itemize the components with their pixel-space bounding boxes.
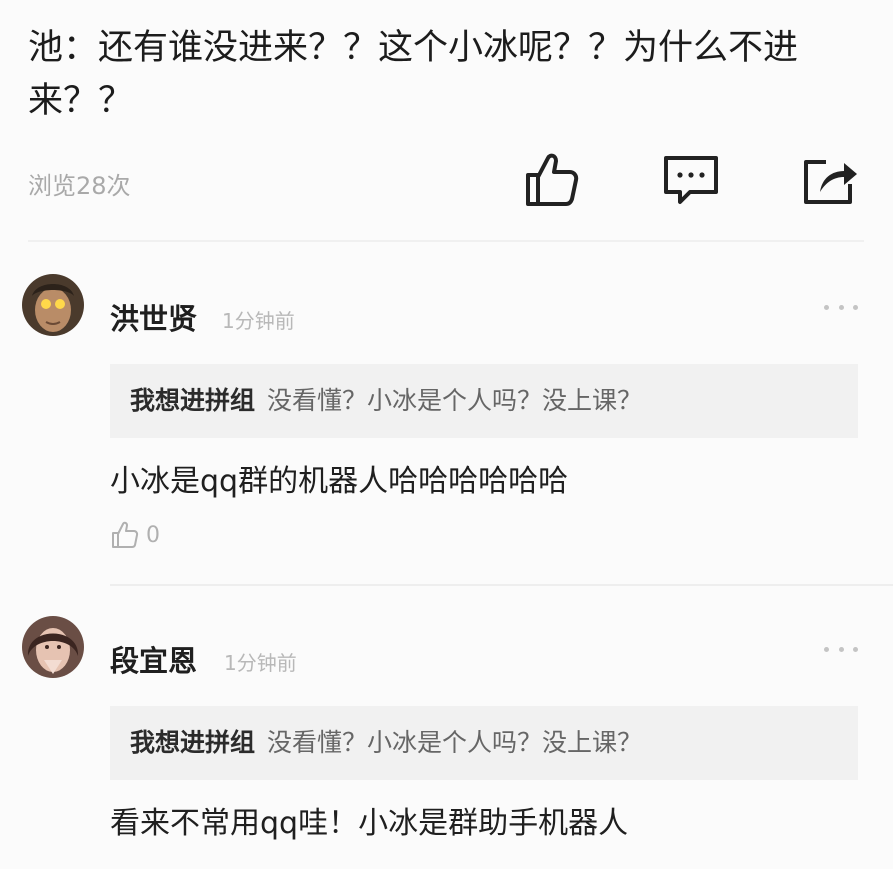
reply-text: 小冰是qq群的机器人哈哈哈哈哈哈 — [110, 464, 569, 499]
comment-time: 1分钟前 — [224, 651, 297, 675]
view-count: 浏览28次 — [28, 172, 131, 200]
more-options-icon[interactable] — [824, 300, 858, 314]
comment-like-button[interactable]: 0 — [110, 520, 160, 550]
avatar[interactable] — [22, 274, 84, 336]
username[interactable]: 洪世贤 — [110, 296, 197, 338]
post-text: 池：还有谁没进来？？这个小冰呢？？为什么不进来？？ — [28, 28, 799, 121]
quote-author[interactable]: 我想进拼组 — [130, 386, 255, 415]
comment-icon — [664, 156, 718, 204]
more-options-icon[interactable] — [824, 642, 858, 656]
like-count: 0 — [146, 522, 160, 548]
reply-text: 看来不常用qq哇！小冰是群助手机器人 — [110, 806, 629, 841]
comment-time: 1分钟前 — [222, 309, 295, 333]
thumbs-up-icon — [112, 521, 139, 548]
quote-author[interactable]: 我想进拼组 — [130, 728, 255, 757]
share-icon — [804, 160, 857, 204]
thumbs-up-icon — [526, 153, 579, 206]
comment-button[interactable] — [662, 154, 720, 210]
share-button[interactable] — [802, 154, 860, 210]
divider — [28, 240, 864, 242]
quote-text: 没看懂？小冰是个人吗？没上课？ — [266, 728, 642, 757]
quoted-comment: 我想进拼组 没看懂？小冰是个人吗？没上课？ — [110, 706, 858, 780]
like-button[interactable] — [522, 150, 580, 212]
avatar[interactable] — [22, 616, 84, 678]
quote-text: 没看懂？小冰是个人吗？没上课？ — [266, 386, 642, 415]
post-detail-page: 池：还有谁没进来？？这个小冰呢？？为什么不进来？？ 浏览28次 洪世贤 1分钟前… — [0, 0, 893, 869]
quoted-comment: 我想进拼组 没看懂？小冰是个人吗？没上课？ — [110, 364, 858, 438]
divider — [110, 584, 893, 586]
username[interactable]: 段宜恩 — [110, 638, 197, 680]
